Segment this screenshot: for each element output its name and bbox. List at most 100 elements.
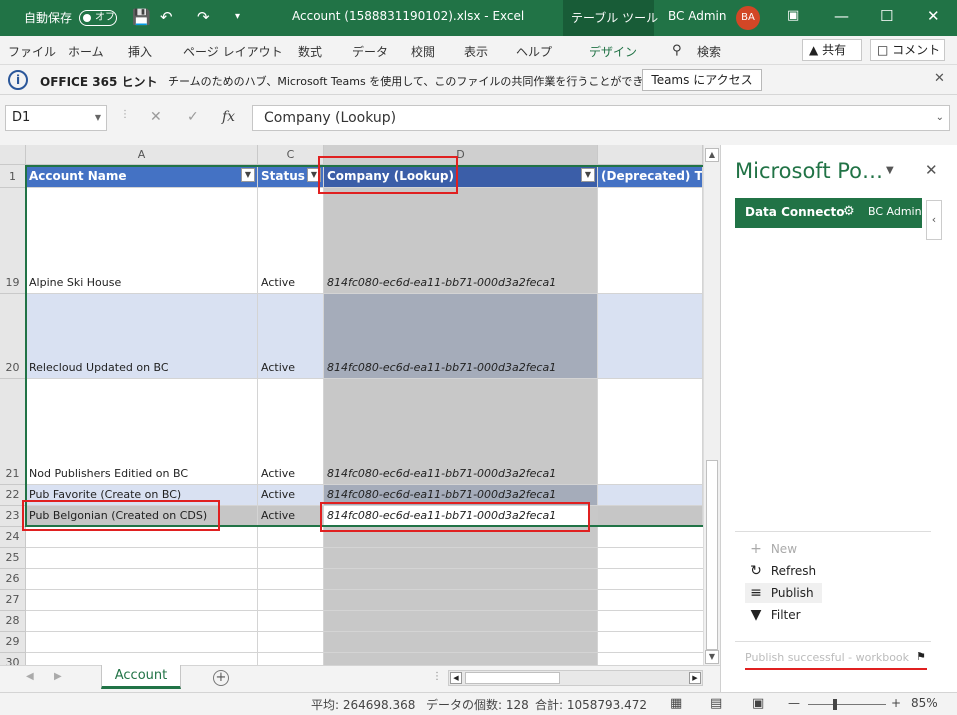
row-header[interactable]: 24 [0,527,26,548]
row-header[interactable]: 29 [0,632,26,653]
tab-home[interactable]: ホーム [68,43,104,60]
filter-dropdown-icon[interactable]: ▼ [241,168,255,182]
settings-gear-icon[interactable]: ⚙ [843,204,855,219]
table-cell[interactable]: Active [258,379,324,485]
scroll-up-icon[interactable]: ▲ [705,148,719,162]
table-cell[interactable]: Pub Belgonian (Created on CDS) [26,506,258,527]
column-header-c[interactable]: C [258,145,324,165]
row-header[interactable]: 28 [0,611,26,632]
table-cell[interactable] [598,485,703,506]
avatar[interactable]: BA [736,6,760,30]
flag-icon[interactable]: ⚑ [916,650,926,663]
maximize-icon[interactable]: ☐ [880,6,893,26]
normal-view-icon[interactable]: ▦ [670,696,682,711]
collapse-panel-icon[interactable]: ‹ [926,200,942,240]
scroll-thumb[interactable] [706,460,718,650]
row-header[interactable]: 20 [0,294,26,379]
scroll-down-icon[interactable]: ▼ [705,650,719,664]
insert-function-icon[interactable]: fx [222,109,235,125]
ribbon-display-icon[interactable]: ▣ [787,6,799,26]
formula-input[interactable]: Company (Lookup) ⌄ [252,105,950,131]
table-cell[interactable]: Nod Publishers Editied on BC [26,379,258,485]
vertical-scrollbar[interactable]: ▲ ▼ [703,145,720,665]
search-icon[interactable]: ⚲ [672,43,682,58]
status-sum[interactable]: 合計: 1058793.472 [535,696,647,713]
table-cell[interactable]: Active [258,485,324,506]
page-layout-view-icon[interactable]: ▤ [710,696,722,711]
filter-dropdown-icon[interactable]: ▼ [581,168,595,182]
filter-button[interactable]: ▼ Filter [745,605,801,625]
next-sheet-icon[interactable]: ▶ [54,671,62,682]
new-button[interactable]: + New [745,539,797,559]
add-sheet-icon[interactable]: + [213,670,229,686]
zoom-out-icon[interactable]: — [788,696,800,710]
select-all-corner[interactable] [0,145,26,165]
minimize-icon[interactable]: — [834,6,849,26]
tab-insert[interactable]: 挿入 [128,43,152,60]
tab-review[interactable]: 校閲 [411,43,435,60]
zoom-level[interactable]: 85% [911,696,938,710]
tab-page-layout[interactable]: ページ レイアウト [183,43,283,60]
tab-data[interactable]: データ [352,43,388,60]
zoom-slider-thumb[interactable] [833,699,837,710]
table-cell[interactable]: Active [258,188,324,294]
tip-close-icon[interactable]: ✕ [934,71,945,86]
filter-dropdown-icon[interactable]: ▼ [307,168,321,182]
row-header[interactable]: 27 [0,590,26,611]
scroll-left-icon[interactable]: ◀ [450,672,462,684]
row-header[interactable]: 22 [0,485,26,506]
column-header-a[interactable]: A [26,145,258,165]
close-icon[interactable]: ✕ [927,6,940,26]
row-header[interactable]: 23 [0,506,26,527]
status-average[interactable]: 平均: 264698.368 [311,696,415,713]
name-box[interactable]: D1 ▼ [5,105,107,131]
table-cell[interactable]: Pub Favorite (Create on BC) [26,485,258,506]
table-cell[interactable] [598,294,703,379]
pane-close-icon[interactable]: ✕ [925,161,938,179]
zoom-slider[interactable] [808,704,886,705]
search-label[interactable]: 検索 [697,43,721,60]
refresh-button[interactable]: ↻ Refresh [745,561,816,581]
cancel-icon[interactable]: ✕ [150,109,162,125]
table-cell[interactable] [598,379,703,485]
row-header[interactable]: 30 [0,653,26,665]
row-header[interactable]: 1 [0,165,26,188]
row-header[interactable]: 21 [0,379,26,485]
column-header-e[interactable] [598,145,703,165]
chevron-down-icon[interactable]: ▼ [95,106,101,130]
table-cell[interactable]: 814fc080-ec6d-ea11-bb71-000d3a2feca1 [324,485,598,506]
undo-icon[interactable]: ↶ [160,8,173,26]
zoom-in-icon[interactable]: + [891,696,901,710]
comment-button[interactable]: □ コメント [870,39,945,61]
tab-view[interactable]: 表示 [464,43,488,60]
table-cell[interactable]: Active [258,506,324,527]
enter-icon[interactable]: ✓ [187,109,199,125]
table-cell[interactable]: Active [258,294,324,379]
row-header[interactable]: 25 [0,548,26,569]
table-header-cell[interactable]: Company (Lookup) ▼ [324,165,598,188]
publish-button[interactable]: ≡ Publish [745,583,822,603]
horizontal-scrollbar[interactable]: ◀ ▶ [448,670,703,686]
save-icon[interactable]: 💾 [132,8,151,26]
customize-quick-access-icon[interactable]: ▾ [235,8,240,26]
table-header-cell[interactable]: (Deprecated) Tra [598,165,703,188]
table-header-cell[interactable]: Status ▼ [258,165,324,188]
pane-options-icon[interactable]: ▼ [886,165,894,176]
h-scroll-thumb[interactable] [465,672,560,684]
sheet-tab-account[interactable]: Account [101,665,181,689]
row-header[interactable]: 26 [0,569,26,590]
table-header-cell[interactable]: Account Name ▼ [26,165,258,188]
tab-formulas[interactable]: 数式 [298,43,322,60]
status-count[interactable]: データの個数: 128 [426,696,529,713]
table-cell[interactable]: 814fc080-ec6d-ea11-bb71-000d3a2feca1 [324,379,598,485]
column-header-d[interactable]: D [324,145,598,165]
redo-icon[interactable]: ↷ [197,8,210,26]
table-cell[interactable] [598,506,703,527]
tab-file[interactable]: ファイル [8,43,56,60]
tab-help[interactable]: ヘルプ [516,43,552,60]
autosave-toggle[interactable]: オフ [79,10,117,26]
page-break-view-icon[interactable]: ▣ [752,696,764,711]
prev-sheet-icon[interactable]: ◀ [26,671,34,682]
table-cell[interactable] [598,188,703,294]
row-header[interactable]: 19 [0,188,26,294]
